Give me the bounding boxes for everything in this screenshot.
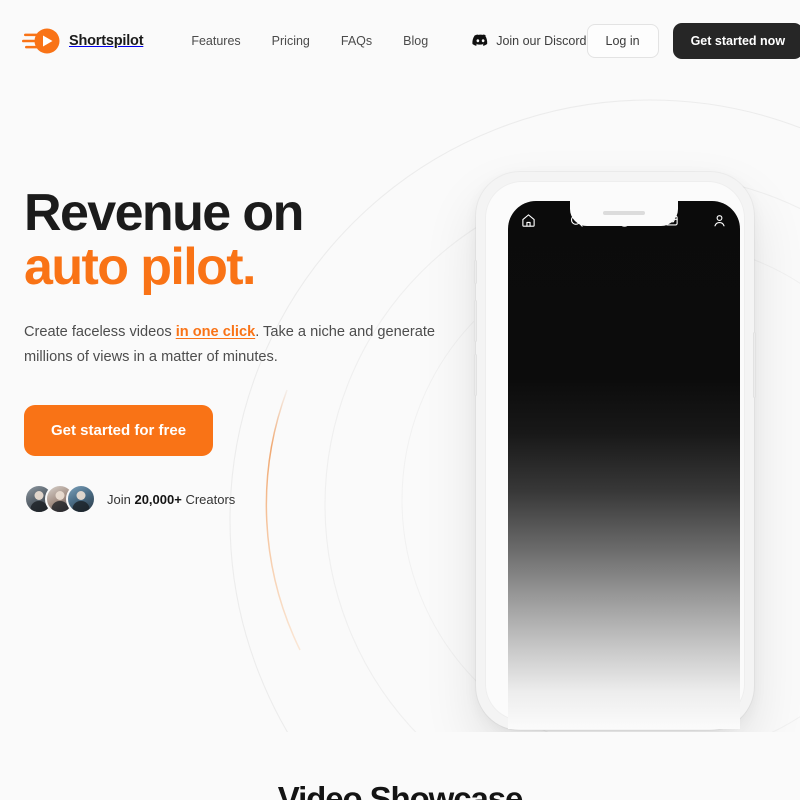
hero-headline: Revenue on auto pilot. bbox=[24, 186, 484, 294]
nav-link-features[interactable]: Features bbox=[191, 34, 240, 48]
discord-link-label: Join our Discord bbox=[496, 33, 587, 48]
in-one-click-link[interactable]: in one click bbox=[176, 324, 255, 340]
profile-icon[interactable] bbox=[712, 213, 727, 228]
phone-power-button bbox=[753, 332, 756, 398]
avatar bbox=[66, 484, 96, 515]
section-title: Video Showcase bbox=[277, 780, 524, 800]
phone-frame bbox=[474, 172, 756, 730]
phone-mockup bbox=[474, 172, 776, 732]
discord-icon bbox=[472, 32, 489, 49]
login-button[interactable]: Log in bbox=[586, 23, 659, 58]
social-proof-prefix: Join bbox=[107, 491, 135, 507]
brand-logo-link[interactable]: Shortspilot bbox=[22, 28, 144, 54]
hero-content: Revenue on auto pilot. Create faceless v… bbox=[24, 186, 484, 515]
headline-line-2: auto pilot. bbox=[24, 238, 256, 297]
play-speed-logo-icon bbox=[22, 28, 60, 54]
phone-notch bbox=[570, 201, 678, 226]
header-actions: Log in Get started now bbox=[586, 22, 800, 59]
subhead-text-before: Create faceless videos bbox=[24, 324, 176, 341]
nav-link-pricing[interactable]: Pricing bbox=[272, 34, 310, 48]
social-proof-suffix: Creators bbox=[181, 491, 236, 507]
site-header: Shortspilot Features Pricing FAQs Blog J… bbox=[0, 0, 800, 81]
social-proof-text: Join 20,000+ Creators bbox=[107, 492, 235, 507]
landing-page: Shortspilot Features Pricing FAQs Blog J… bbox=[0, 0, 800, 800]
phone-speaker-grille bbox=[603, 211, 645, 215]
get-started-now-button[interactable]: Get started now bbox=[672, 22, 800, 59]
phone-screen bbox=[508, 201, 740, 729]
discord-link[interactable]: Join our Discord bbox=[472, 32, 587, 49]
video-showcase-section: Video Showcase bbox=[0, 732, 800, 800]
nav-link-blog[interactable]: Blog bbox=[403, 34, 428, 48]
social-proof-count: 20,000+ bbox=[134, 491, 182, 507]
hero-subheadline: Create faceless videos in one click. Tak… bbox=[24, 320, 444, 370]
nav-link-faqs[interactable]: FAQs bbox=[341, 34, 372, 48]
headline-line-1: Revenue on bbox=[24, 184, 304, 242]
social-proof: Join 20,000+ Creators bbox=[24, 484, 484, 515]
brand-name: Shortspilot bbox=[69, 32, 144, 49]
main-nav: Features Pricing FAQs Blog bbox=[191, 34, 428, 48]
get-started-for-free-button[interactable]: Get started for free bbox=[24, 405, 214, 457]
home-icon[interactable] bbox=[521, 213, 536, 228]
phone-bezel bbox=[485, 181, 745, 729]
avatar-group bbox=[24, 484, 96, 515]
